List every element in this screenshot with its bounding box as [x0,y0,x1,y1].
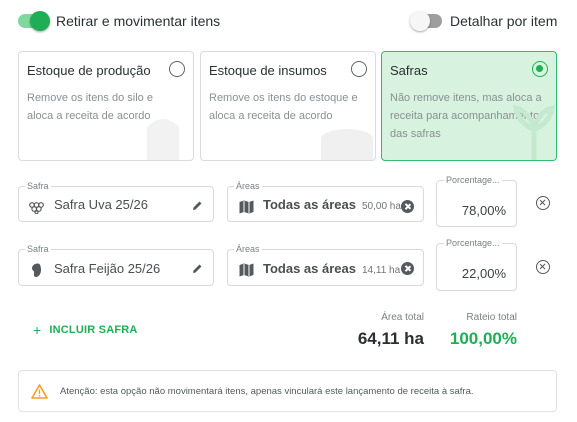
percentage-value[interactable]: 78,00% [462,203,506,218]
safra-field-label: Safra [25,180,51,192]
areas-field-label: Áreas [234,243,262,255]
radio-production-stock[interactable] [169,61,185,77]
remove-row-button[interactable] [536,260,550,274]
safra-field[interactable]: Safra Safra Uva 25/26 [18,180,214,222]
areas-value-text: Todas as áreas [263,261,356,276]
map-icon [239,263,254,277]
pencil-icon[interactable] [192,200,203,211]
areas-field-label: Áreas [234,180,262,192]
percentage-field[interactable]: Porcentage... 78,00% [436,174,517,227]
option-card-production-stock[interactable]: Estoque de produção Remove os itens do s… [18,51,194,161]
safra-value: Safra Uva 25/26 [54,197,148,212]
percentage-field[interactable]: Porcentage... 22,00% [436,237,517,291]
percentage-field-label: Porcentage... [444,237,502,249]
remove-row-button[interactable] [536,196,550,210]
option-card-safras[interactable]: Safras Não remove itens, mas aloca a rec… [381,51,557,161]
areas-value-text: Todas as áreas [263,197,356,212]
move-items-label: Retirar e movimentar itens [56,13,221,29]
add-safra-label: INCLUIR SAFRA [49,324,138,336]
area-total: Área total 64,11 ha [324,312,424,349]
warning-text: Atenção: esta opção não movimentará iten… [60,386,474,397]
clear-areas-button[interactable] [401,262,414,275]
warning-box: Atenção: esta opção não movimentará iten… [18,370,557,412]
areas-size: 50,00 ha [361,201,401,212]
areas-field[interactable]: Áreas Todas as áreas 14,11 ha [227,243,424,286]
clear-areas-button[interactable] [401,200,414,213]
safra-field[interactable]: Safra Safra Feijão 25/26 [18,243,214,286]
rateio-total-value: 100,00% [449,329,517,348]
area-total-value: 64,11 ha [357,329,424,348]
percentage-value[interactable]: 22,00% [462,266,506,281]
add-safra-button[interactable]: + INCLUIR SAFRA [33,322,138,338]
warning-icon [31,384,48,399]
detail-by-item-switch[interactable] [410,11,442,31]
plus-icon: + [33,322,42,338]
areas-field[interactable]: Áreas Todas as áreas 50,00 ha [227,180,424,222]
areas-size: 14,11 ha [361,265,401,276]
pencil-icon[interactable] [192,263,203,274]
detail-by-item-label: Detalhar por item [450,13,558,29]
box-icon [321,129,373,160]
bean-icon [32,263,42,278]
leaf-icon [512,104,556,160]
move-items-switch[interactable] [18,11,50,31]
detail-by-item-toggle[interactable]: Detalhar por item [410,11,558,31]
grape-icon [29,202,44,214]
rateio-total-label: Rateio total [466,312,517,323]
area-total-label: Área total [381,312,424,323]
safra-field-label: Safra [25,243,51,255]
map-icon [239,200,254,214]
radio-safras[interactable] [532,61,548,77]
rateio-total: Rateio total 100,00% [417,312,517,349]
option-title: Estoque de insumos [209,63,327,78]
areas-value: Todas as áreas 50,00 ha [263,197,401,212]
move-items-toggle[interactable]: Retirar e movimentar itens [18,11,221,31]
areas-value: Todas as áreas 14,11 ha [263,261,400,276]
option-card-input-stock[interactable]: Estoque de insumos Remove os itens do es… [200,51,376,161]
safra-value: Safra Feijão 25/26 [54,261,161,276]
option-title: Safras [390,63,428,78]
silo-icon [147,119,179,160]
percentage-field-label: Porcentage... [444,174,502,186]
radio-input-stock[interactable] [351,61,367,77]
option-title: Estoque de produção [27,63,151,78]
